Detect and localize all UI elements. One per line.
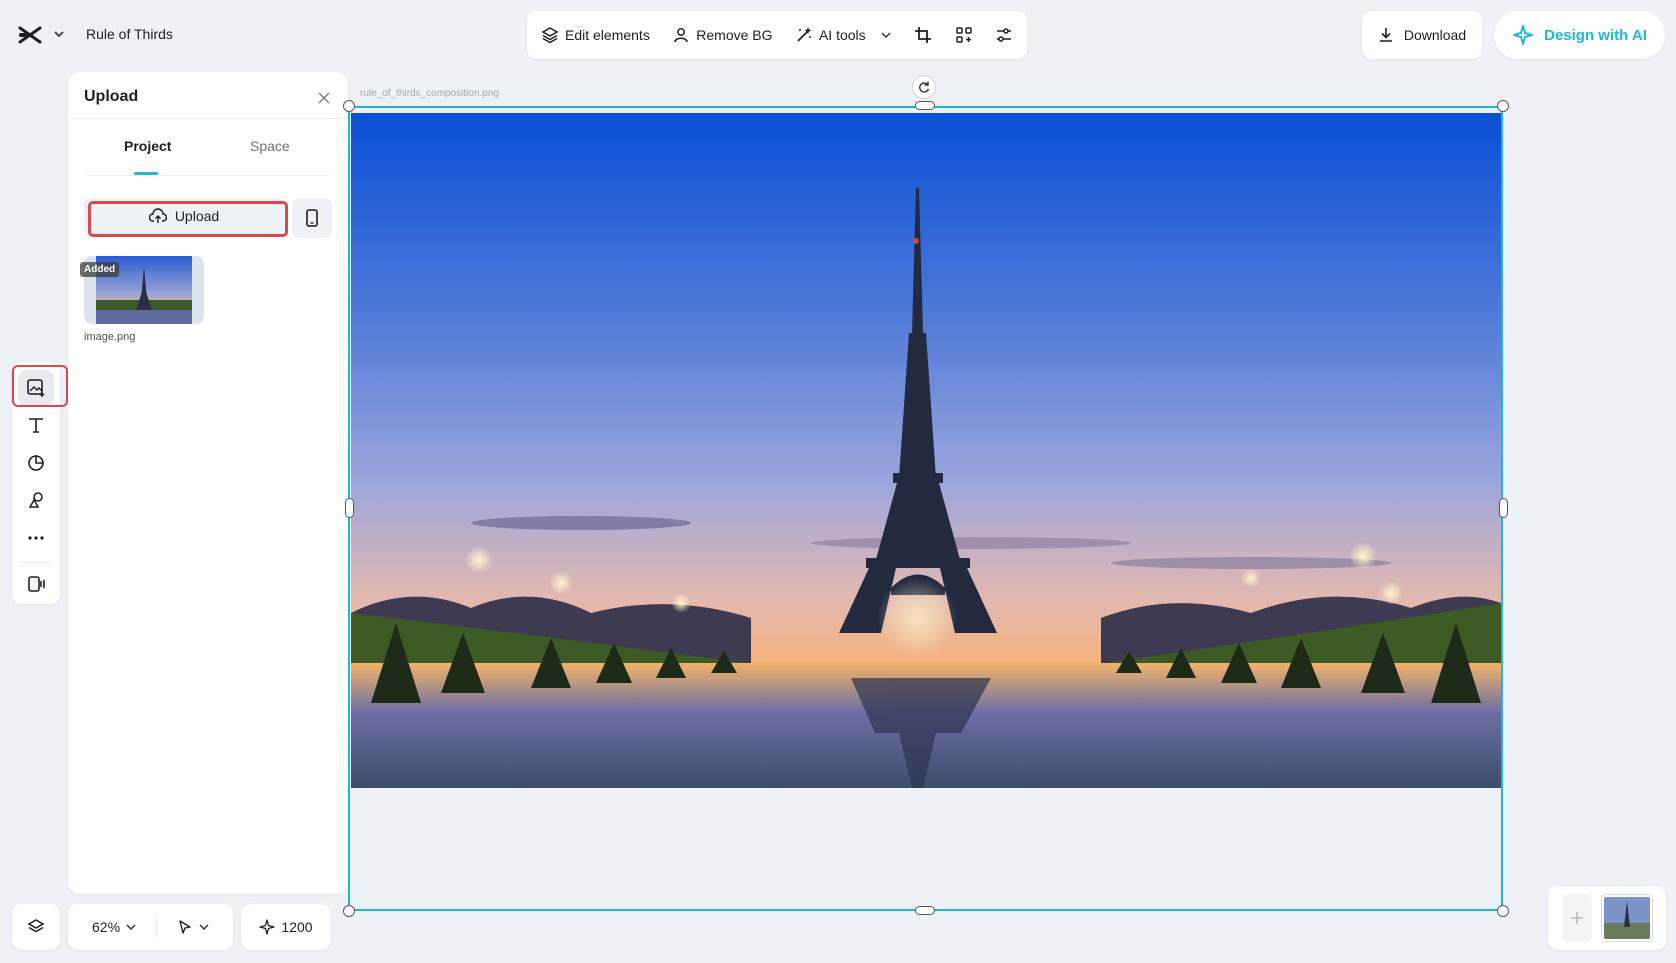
page-preview-image — [1604, 897, 1650, 939]
layers-icon — [541, 27, 559, 44]
upload-panel: Upload Project Space Upload Added image.… — [68, 72, 348, 894]
scan-icon — [955, 27, 972, 43]
left-tool-rail — [12, 362, 60, 604]
upload-button[interactable]: Upload — [84, 198, 284, 234]
ai-tools-label: AI tools — [818, 27, 866, 43]
app-logo-icon[interactable] — [18, 24, 42, 46]
chevron-down-icon — [881, 32, 891, 39]
rotate-handle[interactable] — [912, 75, 936, 99]
image-upload-icon — [27, 378, 45, 397]
zoom-divider — [156, 917, 158, 937]
plus-icon — [1571, 912, 1583, 924]
active-tab-indicator — [134, 172, 158, 175]
chevron-down-icon[interactable] — [54, 30, 64, 38]
credits-button[interactable]: 1200 — [241, 904, 331, 950]
eiffel-tower-photo — [351, 113, 1501, 788]
resize-handle-bottom-left[interactable] — [343, 905, 355, 917]
magic-wand-icon — [797, 27, 812, 42]
edit-elements-label: Edit elements — [565, 27, 650, 43]
pointer-tool-dropdown[interactable] — [177, 919, 209, 935]
credits-value: 1200 — [281, 919, 313, 935]
sticker-icon — [28, 454, 44, 471]
panel-title: Upload — [84, 88, 139, 105]
layers-icon — [27, 919, 45, 933]
rail-more-button[interactable] — [18, 520, 54, 556]
zoom-dropdown[interactable]: 62% — [92, 919, 136, 935]
add-page-button[interactable] — [1562, 894, 1592, 942]
rail-shapes-button[interactable] — [18, 483, 54, 519]
rail-upload-button[interactable] — [18, 370, 54, 406]
chevron-down-icon — [199, 924, 209, 931]
zoom-controls: 62% — [68, 904, 233, 950]
canvas-filename: rule_of_thirds_composition.png — [360, 88, 499, 99]
rotate-icon — [919, 81, 930, 93]
tab-project[interactable]: Project — [124, 138, 171, 154]
upload-from-phone-button[interactable] — [292, 198, 332, 238]
canvas-photo[interactable] — [351, 113, 1501, 788]
resize-handle-top[interactable] — [915, 101, 935, 110]
chevron-down-icon — [126, 924, 136, 931]
rail-divider — [21, 561, 51, 563]
ai-sparkle-icon — [1513, 25, 1534, 45]
resize-handle-bottom-right[interactable] — [1497, 905, 1509, 917]
resize-handle-top-left[interactable] — [343, 100, 355, 112]
phone-icon — [306, 209, 318, 227]
person-icon — [674, 28, 689, 43]
download-icon — [1379, 28, 1392, 42]
download-label: Download — [1403, 27, 1467, 43]
layers-button[interactable] — [12, 904, 60, 950]
design-with-ai-button[interactable]: Design with AI — [1494, 11, 1665, 59]
pages-bar — [1548, 886, 1666, 950]
crop-button[interactable] — [914, 26, 932, 44]
text-icon — [29, 418, 43, 434]
crop-icon — [915, 27, 932, 43]
rail-text-button[interactable] — [18, 408, 54, 444]
resize-handle-right[interactable] — [1499, 498, 1508, 518]
download-button[interactable]: Download — [1362, 11, 1482, 59]
zoom-value: 62% — [92, 919, 121, 935]
added-badge: Added — [80, 262, 120, 277]
adjust-button[interactable] — [995, 26, 1013, 44]
document-title[interactable]: Rule of Thirds — [86, 26, 173, 42]
more-icon — [28, 536, 44, 540]
shapes-icon — [28, 492, 43, 508]
sparkle-icon — [259, 919, 276, 935]
tabs-divider — [84, 175, 332, 176]
panel-divider — [68, 118, 348, 119]
asset-filename: image.png — [84, 331, 136, 343]
ai-tools-button[interactable]: AI tools — [795, 26, 892, 44]
edit-elements-button[interactable]: Edit elements — [541, 26, 650, 44]
rail-video-button[interactable] — [18, 566, 54, 602]
top-toolbar: Edit elements Remove BG AI tools — [527, 11, 1027, 59]
video-icon — [28, 576, 45, 593]
resize-handle-top-right[interactable] — [1497, 100, 1509, 112]
rail-sticker-button[interactable] — [18, 445, 54, 481]
tab-space[interactable]: Space — [250, 138, 290, 154]
page-thumbnail[interactable] — [1602, 895, 1652, 941]
upload-label: Upload — [174, 208, 220, 224]
resize-handle-bottom[interactable] — [915, 906, 935, 915]
pointer-icon — [179, 920, 191, 934]
cloud-upload-icon — [148, 208, 167, 223]
design-with-ai-label: Design with AI — [1544, 26, 1647, 44]
resize-handle-left[interactable] — [345, 498, 354, 518]
smart-resize-button[interactable] — [955, 26, 973, 44]
close-icon[interactable] — [316, 90, 332, 106]
remove-bg-label: Remove BG — [696, 27, 773, 43]
remove-bg-button[interactable]: Remove BG — [672, 26, 773, 44]
sliders-icon — [996, 28, 1011, 42]
